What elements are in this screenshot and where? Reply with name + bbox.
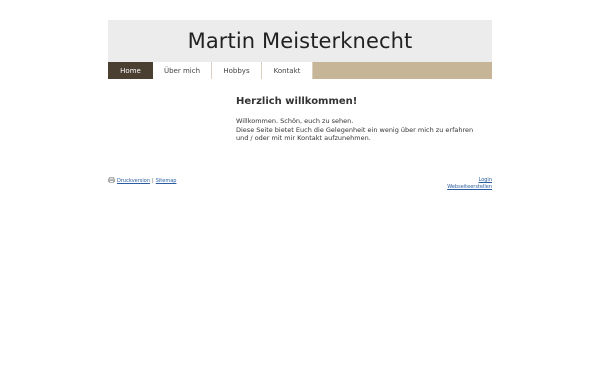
website-builder-link[interactable]: Webseiteerstellen — [447, 184, 492, 190]
page-heading: Herzlich willkommen! — [236, 96, 358, 107]
main-navigation: Home Über mich Hobbys Kontakt — [108, 62, 492, 79]
footer-separator: | — [152, 178, 154, 184]
footer-left: Druckversion | Sitemap — [108, 177, 176, 185]
page: Martin Meisterknecht Home Über mich Hobb… — [0, 0, 600, 375]
login-link[interactable]: Login — [479, 177, 493, 183]
main-content: Herzlich willkommen! Willkommen. Schön, … — [236, 96, 486, 143]
printer-icon — [108, 177, 115, 185]
site-header: Martin Meisterknecht — [108, 20, 492, 62]
nav-item-hobbys[interactable]: Hobbys — [212, 62, 262, 79]
intro-text-2: Diese Seite bietet Euch die Gelegenheit … — [236, 125, 474, 143]
nav-item-ueber-mich[interactable]: Über mich — [153, 62, 212, 79]
print-version-link[interactable]: Druckversion — [117, 178, 150, 184]
nav-item-kontakt[interactable]: Kontakt — [262, 62, 313, 79]
intro-text-1: Willkommen. Schön, euch zu sehen. — [236, 117, 354, 125]
site-title: Martin Meisterknecht — [187, 29, 413, 53]
nav-item-home[interactable]: Home — [108, 62, 153, 79]
sitemap-link[interactable]: Sitemap — [156, 178, 177, 184]
footer-right: Login Webseiteerstellen — [447, 177, 492, 190]
